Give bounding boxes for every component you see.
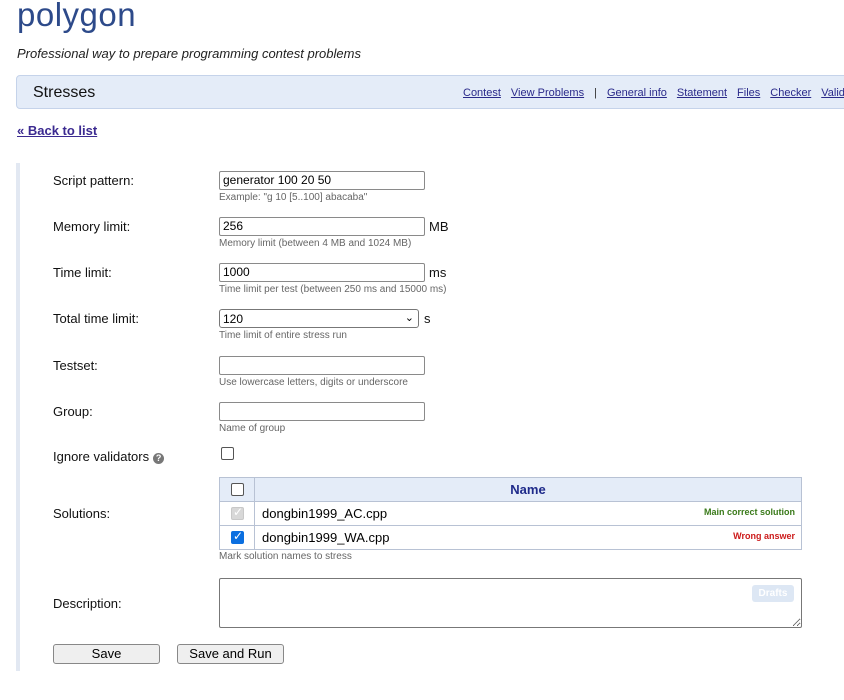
memory-limit-unit: MB [429,219,449,234]
top-nav: Contest View Problems | General info Stateme… [463,87,844,99]
nav-validator[interactable]: Valid [821,87,844,99]
form-left-border [16,163,20,671]
name-column-header: Name [254,477,802,502]
total-time-limit-value: 120 [223,312,244,326]
total-time-limit-label: Total time limit: [53,311,139,326]
script-pattern-hint: Example: "g 10 [5..100] abacaba" [219,192,368,203]
total-time-limit-hint: Time limit of entire stress run [219,330,347,341]
time-limit-input[interactable]: 1000 [219,263,425,282]
chevron-down-icon: ⌄ [404,312,414,324]
solution-name: dongbin1999_WA.cpp [262,530,390,545]
nav-view-problems[interactable]: View Problems [511,87,584,99]
solution-checkbox[interactable] [231,529,244,544]
question-circle-icon[interactable]: ? [153,453,165,464]
time-limit-unit: ms [429,265,447,280]
time-limit-hint: Time limit per test (between 250 ms and … [219,284,447,295]
nav-files[interactable]: Files [737,87,760,99]
solutions-label: Solutions: [53,506,111,521]
ignore-validators-checkbox[interactable] [221,447,234,460]
time-limit-label: Time limit: [53,265,112,280]
select-all-checkbox[interactable] [231,483,244,496]
nav-contest[interactable]: Contest [463,87,501,99]
script-pattern-label: Script pattern: [53,173,134,188]
solution-name-cell: dongbin1999_WA.cpp Wrong answer [254,525,802,550]
table-row: dongbin1999_WA.cpp Wrong answer [219,525,802,550]
group-input[interactable] [219,402,425,421]
memory-limit-input[interactable]: 256 [219,217,425,236]
nav-separator: | [594,87,597,99]
testset-hint: Use lowercase letters, digits or undersc… [219,377,408,388]
solution-check-cell [219,501,255,526]
solutions-hint: Mark solution names to stress [219,551,352,562]
testset-label: Testset: [53,358,98,373]
nav-statement[interactable]: Statement [677,87,727,99]
solution-tag: Main correct solution [703,507,795,517]
memory-limit-label: Memory limit: [53,219,131,234]
group-label: Group: [53,404,93,419]
solution-tag: Wrong answer [733,531,795,541]
ignore-validators-text: Ignore validators [53,449,150,464]
select-all-cell [219,477,255,502]
tagline: Professional way to prepare programming … [17,46,361,61]
solution-name: dongbin1999_AC.cpp [262,506,388,521]
save-and-run-button[interactable]: Save and Run [177,644,284,664]
solution-name-cell: dongbin1999_AC.cpp Main correct solution [254,501,802,526]
description-textarea[interactable] [219,578,802,628]
ignore-validators-label: Ignore validators? [53,449,165,464]
description-label: Description: [53,596,122,611]
table-row: dongbin1999_AC.cpp Main correct solution [219,501,802,526]
drafts-button[interactable]: Drafts [752,585,794,602]
solutions-table: Name dongbin1999_AC.cpp Main correct sol… [219,477,802,550]
total-time-limit-unit: s [424,311,431,326]
page-header-bar: Stresses Contest View Problems | General in… [16,75,844,109]
solutions-header-row: Name [219,477,802,502]
save-button[interactable]: Save [53,644,160,664]
solution-checkbox [231,505,244,520]
memory-limit-hint: Memory limit (between 4 MB and 1024 MB) [219,238,412,249]
nav-checker[interactable]: Checker [770,87,811,99]
page-title: Stresses [33,84,96,101]
group-hint: Name of group [219,423,286,434]
polygon-logo: polygon [17,0,137,33]
back-to-list-link[interactable]: « Back to list [17,123,97,138]
nav-general-info[interactable]: General info [607,87,667,99]
solution-check-cell [219,525,255,550]
testset-input[interactable] [219,356,425,375]
script-pattern-input[interactable]: generator 100 20 50 [219,171,425,190]
total-time-limit-select[interactable]: 120 ⌄ [219,309,419,328]
